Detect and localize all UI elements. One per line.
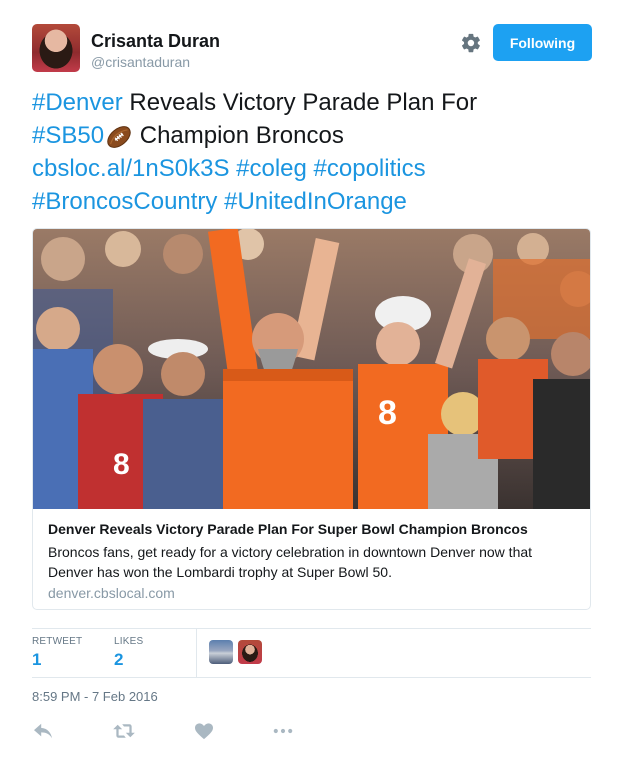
hashtag-sb50[interactable]: #SB50 [32,122,104,149]
hashtag-coleg[interactable]: #coleg [236,155,307,182]
hashtag-copolitics[interactable]: #copolitics [314,155,426,182]
retweets-label[interactable]: RETWEET [32,636,82,647]
reply-icon[interactable] [32,722,54,740]
tweet-timestamp[interactable]: 8:59 PM - 7 Feb 2016 [32,689,158,704]
tweet-line-4: #BroncosCountry #UnitedInOrange [32,185,602,218]
hashtag-broncoscountry[interactable]: #BroncosCountry [32,188,217,215]
retweets-count[interactable]: 1 [32,650,41,670]
following-button[interactable]: Following [493,24,592,61]
divider [32,628,591,629]
liker-avatar[interactable] [238,640,262,664]
svg-text:8: 8 [378,394,397,432]
card-title[interactable]: Denver Reveals Victory Parade Plan For S… [48,521,528,537]
hashtag-denver[interactable]: #Denver [32,89,123,116]
tweet-text: #Denver Reveals Victory Parade Plan For … [32,86,602,218]
short-link[interactable]: cbsloc.al/1nS0k3S [32,155,229,182]
likes-count[interactable]: 2 [114,650,123,670]
more-icon[interactable] [272,722,294,740]
like-icon[interactable] [193,722,215,740]
football-emoji [107,125,131,148]
link-card[interactable]: 8 8 Denver Reveals Victory Parade Plan F… [32,228,591,610]
gear-icon[interactable] [460,32,482,54]
user-display-name[interactable]: Crisanta Duran [91,31,220,52]
retweet-icon[interactable] [112,722,136,740]
divider [196,629,197,677]
tweet-line-3: cbsloc.al/1nS0k3S #coleg #copolitics [32,152,602,185]
user-screen-name[interactable]: @crisantaduran [91,54,190,70]
likes-label[interactable]: LIKES [114,636,143,647]
card-domain: denver.cbslocal.com [48,585,175,601]
tweet-text-span: Champion Broncos [133,122,344,149]
svg-text:8: 8 [113,448,130,481]
tweet-line-1: #Denver Reveals Victory Parade Plan For [32,86,602,119]
card-description: Broncos fans, get ready for a victory ce… [48,544,533,580]
card-image[interactable]: 8 8 [33,229,591,509]
liker-avatar[interactable] [209,640,233,664]
divider [32,677,591,678]
tweet-line-2: #SB50 Champion Broncos [32,119,602,152]
tweet-text-span: Reveals Victory Parade Plan For [122,89,478,116]
user-avatar[interactable] [32,24,80,72]
hashtag-unitedinorange[interactable]: #UnitedInOrange [224,188,407,215]
